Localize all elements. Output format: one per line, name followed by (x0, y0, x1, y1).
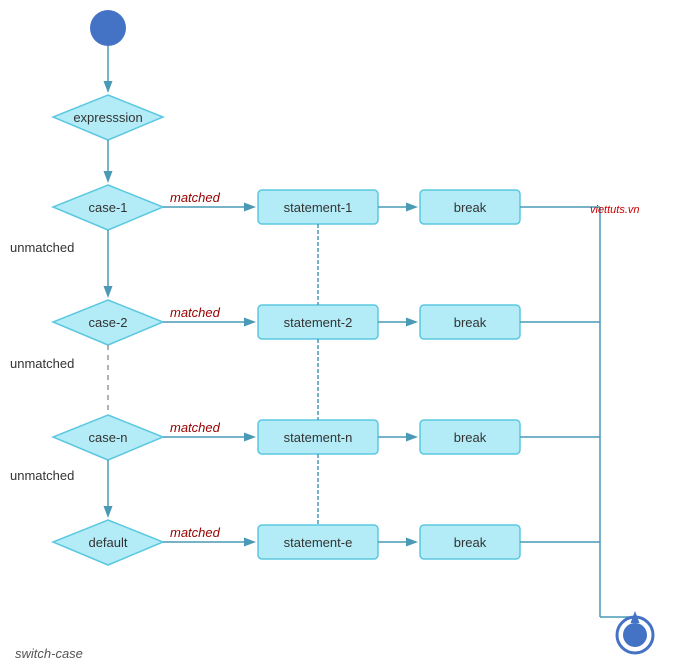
breake-text: break (454, 535, 487, 550)
stmtn-text: statement-n (284, 430, 353, 445)
matchedd-label: matched (170, 525, 221, 540)
stmt2-text: statement-2 (284, 315, 353, 330)
break2-text: break (454, 315, 487, 330)
expression-label: expresssion (73, 110, 142, 125)
casen-label: case-n (88, 430, 127, 445)
breakn-text: break (454, 430, 487, 445)
break1-text: break (454, 200, 487, 215)
matchedn-label: matched (170, 420, 221, 435)
case2-label: case-2 (88, 315, 127, 330)
default-label: default (88, 535, 127, 550)
end-circle-inner (623, 623, 647, 647)
case1-label: case-1 (88, 200, 127, 215)
unmatched2-label: unmatched (10, 356, 74, 371)
matched2-label: matched (170, 305, 221, 320)
watermark: viettuts.vn (590, 204, 640, 216)
stmt1-text: statement-1 (284, 200, 353, 215)
matched1-label: matched (170, 190, 221, 205)
stmte-text: statement-e (284, 535, 353, 550)
unmatchedn-label: unmatched (10, 468, 74, 483)
unmatched1-label: unmatched (10, 240, 74, 255)
page-label: switch-case (15, 646, 83, 661)
start-circle (90, 10, 126, 46)
